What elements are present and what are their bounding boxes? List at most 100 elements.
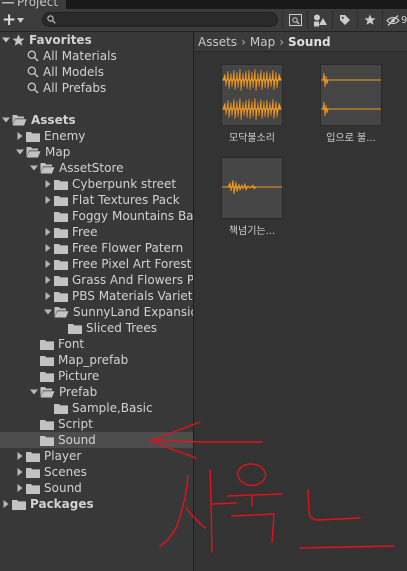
tree-row-foggy-mountains[interactable]: Foggy Mountains Backgro [0, 208, 193, 224]
tree-label: Scenes [44, 465, 87, 479]
tree-row-free-flower-patern[interactable]: Free Flower Patern [0, 240, 193, 256]
folder-open-icon [12, 114, 27, 126]
breadcrumb-item-sound[interactable]: Sound [288, 35, 331, 49]
collapse-arrow-icon[interactable] [14, 128, 26, 144]
tree-label: Packages [30, 497, 94, 511]
folder-icon [54, 403, 68, 414]
tree-row-assetstore[interactable]: AssetStore [0, 160, 193, 176]
collapse-arrow-icon[interactable] [14, 480, 26, 496]
tree-row-free[interactable]: Free [0, 224, 193, 240]
tree-row-sound[interactable]: Sound [0, 432, 193, 448]
tree-row-prefab[interactable]: Prefab [0, 384, 193, 400]
folder-open-icon [26, 146, 41, 158]
expand-arrow-icon[interactable] [0, 112, 12, 128]
tree-row-packages[interactable]: Packages [0, 496, 193, 512]
tree-label: SunnyLand Expansion [73, 305, 193, 319]
tree-row-grass-and-flowers-pack[interactable]: Grass And Flowers Pack [0, 272, 193, 288]
tree-row-scenes[interactable]: Scenes [0, 464, 193, 480]
tree-row-favorites[interactable]: Favorites [0, 32, 193, 48]
tree-row-map[interactable]: Map [0, 144, 193, 160]
audio-thumbnail [320, 64, 382, 126]
folder-icon [26, 131, 40, 142]
tree-row-player[interactable]: Player [0, 448, 193, 464]
tree-row-free-pixel-art-forest[interactable]: Free Pixel Art Forest [0, 256, 193, 272]
breadcrumb-item-map[interactable]: Map [250, 35, 275, 49]
save-search-button[interactable] [357, 11, 382, 29]
collapse-arrow-icon[interactable] [42, 224, 54, 240]
favorite-item-all-prefabs[interactable]: All Prefabs [0, 80, 193, 96]
folder-icon [54, 243, 68, 254]
arrow-spacer [42, 400, 54, 416]
tree-label: Cyberpunk street [72, 177, 177, 191]
favorite-item-all-models[interactable]: All Models [0, 64, 193, 80]
tree-row-sliced-trees[interactable]: Sliced Trees [0, 320, 193, 336]
tree-label: Sample,Basic [72, 401, 153, 415]
collapse-arrow-icon[interactable] [42, 176, 54, 192]
collapse-arrow-icon[interactable] [42, 272, 54, 288]
collapse-arrow-icon[interactable] [14, 464, 26, 480]
tree-row-font[interactable]: Font [0, 336, 193, 352]
waveform-path [227, 179, 257, 195]
star-icon [364, 14, 376, 25]
search-input[interactable] [42, 12, 278, 27]
tree-row-picture[interactable]: Picture [0, 368, 193, 384]
asset-item[interactable]: 모닥불소리 [216, 64, 288, 144]
tree-row-sample-basic[interactable]: Sample,Basic [0, 400, 193, 416]
chevron-right-icon: › [279, 34, 285, 49]
tree-label: Sound [58, 433, 96, 447]
expand-arrow-icon[interactable] [0, 32, 12, 48]
tree-label: Sliced Trees [86, 321, 157, 335]
expand-arrow-icon[interactable] [14, 144, 26, 160]
waveform-burst-icon [222, 179, 282, 195]
tree-row-flat-textures-pack[interactable]: Flat Textures Pack [0, 192, 193, 208]
tree-row-script[interactable]: Script [0, 416, 193, 432]
search-by-type-button[interactable] [282, 11, 307, 29]
asset-label: 책넘기는... [228, 226, 276, 237]
folder-icon [26, 467, 40, 478]
breadcrumb-item-assets[interactable]: Assets [198, 35, 237, 49]
tree-row-assets[interactable]: Assets [0, 112, 193, 128]
asset-item[interactable]: 책넘기는... [216, 157, 288, 237]
filter-by-type-button[interactable] [307, 11, 332, 29]
collapse-arrow-icon[interactable] [42, 240, 54, 256]
folder-icon [40, 371, 54, 382]
tree-row-enemy[interactable]: Enemy [0, 128, 193, 144]
tree-row-cyberpunk-street[interactable]: Cyberpunk street [0, 176, 193, 192]
tree-label: Sound [44, 481, 82, 495]
tag-icon [340, 15, 350, 25]
folder-icon [40, 339, 54, 350]
folder-icon [54, 259, 68, 270]
tree-row-map-prefab[interactable]: Map_prefab [0, 352, 193, 368]
filter-by-label-button[interactable] [332, 11, 357, 29]
search-icon [27, 82, 39, 94]
tree-row-sound-root[interactable]: Sound [0, 480, 193, 496]
tree-label: Free Flower Patern [72, 241, 184, 255]
waveform-dense-icon [222, 68, 282, 121]
expand-arrow-icon[interactable] [28, 160, 40, 176]
folder-icon [54, 227, 68, 238]
tree-label: Free Pixel Art Forest [72, 257, 192, 271]
collapse-arrow-icon[interactable] [42, 288, 54, 304]
tree-label: Prefab [59, 385, 98, 399]
expand-arrow-icon[interactable] [42, 304, 54, 320]
expand-arrow-icon[interactable] [28, 384, 40, 400]
collapse-arrow-icon[interactable] [42, 192, 54, 208]
collapse-arrow-icon[interactable] [42, 256, 54, 272]
folder-icon [12, 499, 26, 510]
folder-icon [54, 275, 68, 286]
collapse-arrow-icon[interactable] [0, 496, 12, 512]
folder-icon [40, 355, 54, 366]
tree-row-pbs-materials-variety[interactable]: PBS Materials Variety [0, 288, 193, 304]
add-label: + [2, 9, 17, 30]
favorite-item-all-materials[interactable]: All Materials [0, 48, 193, 64]
asset-item[interactable]: 입으로 불... [315, 64, 387, 144]
collapse-arrow-icon[interactable] [14, 448, 26, 464]
add-asset-button[interactable]: + [2, 9, 28, 30]
project-tab[interactable]: Project [0, 0, 66, 9]
tree-row-sunnyland-expansion[interactable]: SunnyLand Expansion [0, 304, 193, 320]
hidden-count: 9 [401, 14, 407, 26]
tree-label: Enemy [44, 129, 86, 143]
folder-icon [26, 451, 40, 462]
hidden-packages-toggle[interactable]: 9 [382, 11, 407, 29]
chevron-right-icon: › [241, 34, 246, 49]
